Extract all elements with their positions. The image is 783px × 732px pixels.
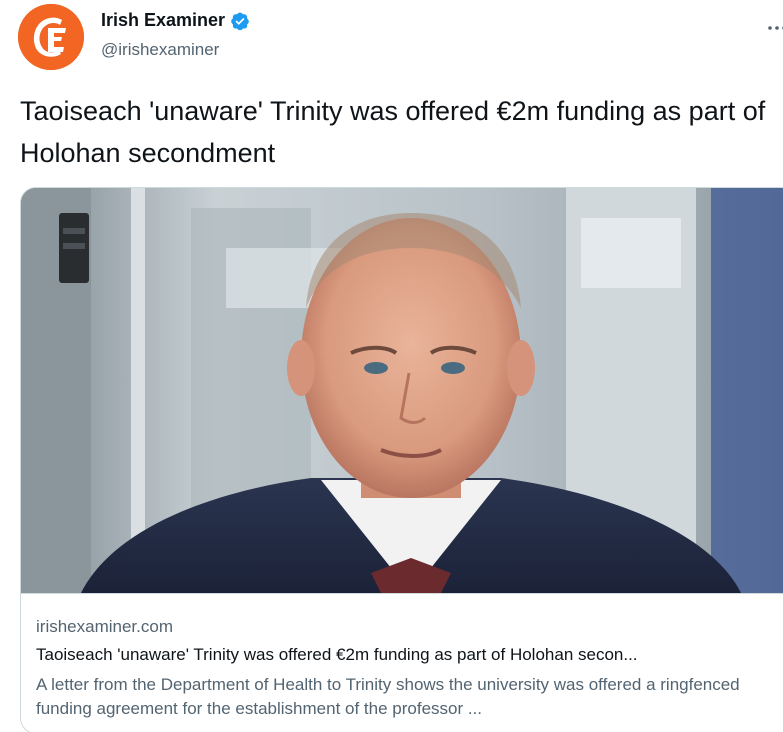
handle[interactable]: @irishexaminer xyxy=(101,40,219,60)
more-options-button[interactable] xyxy=(765,14,783,34)
name-row: Irish Examiner xyxy=(101,10,250,31)
avatar[interactable] xyxy=(18,4,84,70)
card-image[interactable] xyxy=(21,188,783,593)
card-domain: irishexaminer.com xyxy=(36,617,173,636)
link-card[interactable]: irishexaminer.com Taoiseach 'unaware' Tr… xyxy=(20,187,783,732)
card-body[interactable]: irishexaminer.com Taoiseach 'unaware' Tr… xyxy=(21,593,783,718)
display-name[interactable]: Irish Examiner xyxy=(101,10,225,31)
verified-badge-icon xyxy=(231,12,249,30)
tweet-text: Taoiseach 'unaware' Trinity was offered … xyxy=(20,96,766,168)
more-dots-icon xyxy=(768,26,783,30)
card-title: Taoiseach 'unaware' Trinity was offered … xyxy=(36,645,638,664)
article-photo xyxy=(21,188,783,593)
card-description: A letter from the Department of Health t… xyxy=(36,675,740,718)
irish-examiner-logo-icon xyxy=(18,4,84,70)
tweet[interactable]: Irish Examiner @irishexaminer Taoiseach … xyxy=(0,0,783,732)
